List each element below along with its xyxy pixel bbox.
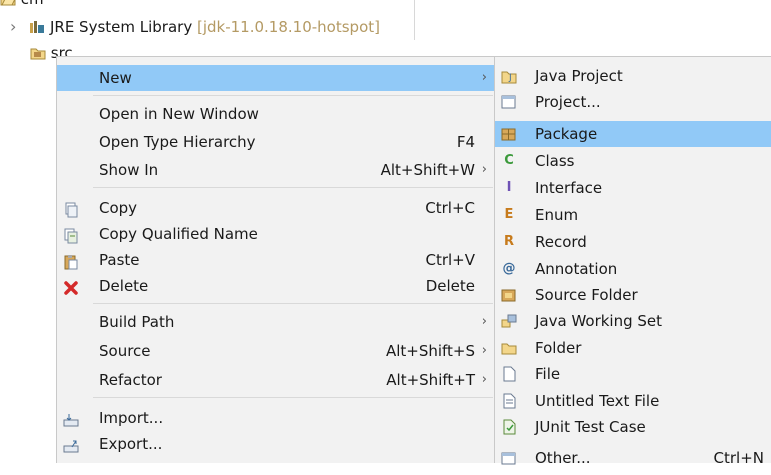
delete-icon — [63, 278, 81, 296]
shortcut-label: Delete — [425, 277, 475, 295]
shortcut-label: F4 — [456, 133, 475, 151]
source-folder-icon — [500, 286, 518, 304]
menu-item-copy-qualified-name[interactable]: Copy Qualified Name — [57, 221, 497, 247]
java-working-set-icon — [500, 312, 518, 330]
menu-item-copy[interactable]: Copy Ctrl+C — [57, 195, 497, 221]
submenu-item-interface[interactable]: I Interface — [495, 175, 771, 201]
menu-item-open-in-new-window[interactable]: Open in New Window — [57, 101, 497, 127]
submenu-arrow-icon: › — [481, 162, 487, 177]
submenu-item-source-folder[interactable]: Source Folder — [495, 282, 771, 308]
untitled-text-file-icon — [500, 392, 518, 410]
tree-item-project-label: cm — [21, 0, 44, 8]
jre-label: JRE System Library — [49, 18, 193, 36]
submenu-item-other[interactable]: Other... Ctrl+N — [495, 445, 771, 471]
submenu-arrow-icon: › — [481, 372, 487, 387]
submenu-item-java-working-set[interactable]: Java Working Set — [495, 308, 771, 334]
submenu-item-enum[interactable]: E Enum — [495, 202, 771, 228]
jre-decoration: [jdk-11.0.18.10-hotspot] — [197, 18, 380, 36]
menu-item-delete[interactable]: Delete Delete — [57, 273, 497, 299]
menu-separator — [93, 95, 493, 96]
expand-chevron-icon[interactable]: › — [10, 17, 16, 36]
project-folder-icon — [0, 0, 16, 6]
context-menu: New › Open in New Window Open Type Hiera… — [56, 56, 497, 463]
menu-item-show-in[interactable]: Show In Alt+Shift+W › — [57, 157, 497, 183]
submenu-item-untitled-text-file[interactable]: Untitled Text File — [495, 388, 771, 414]
shortcut-label: Alt+Shift+T — [386, 371, 475, 389]
import-icon — [63, 410, 81, 428]
shortcut-label: Alt+Shift+S — [385, 342, 475, 360]
record-icon: R — [503, 234, 514, 249]
shortcut-label: Ctrl+N — [713, 449, 764, 467]
menu-item-new[interactable]: New › — [57, 65, 497, 91]
menu-separator — [93, 397, 493, 398]
library-icon — [29, 18, 45, 33]
menu-item-source[interactable]: Source Alt+Shift+S › — [57, 338, 497, 364]
menu-separator — [93, 303, 493, 304]
view-divider — [414, 0, 415, 40]
junit-test-case-icon — [500, 418, 518, 436]
submenu-item-file[interactable]: File — [495, 361, 771, 387]
project-icon — [500, 93, 518, 111]
source-folder-icon — [30, 44, 46, 60]
submenu-item-folder[interactable]: Folder — [495, 335, 771, 361]
tree-item-jre-system-library[interactable]: › JRE System Library [jdk-11.0.18.10-hot… — [10, 16, 380, 38]
menu-item-build-path[interactable]: Build Path › — [57, 309, 497, 335]
new-submenu: J Java Project Project... Package C Clas… — [494, 56, 771, 467]
tree-item-project[interactable]: cm — [0, 0, 44, 10]
interface-icon: I — [506, 180, 512, 195]
export-icon — [63, 436, 81, 454]
file-icon — [500, 365, 518, 383]
menu-item-export[interactable]: Export... — [57, 431, 497, 457]
menu-item-paste[interactable]: Paste Ctrl+V — [57, 247, 497, 273]
paste-icon — [63, 252, 81, 270]
svg-text:J: J — [508, 73, 512, 83]
enum-icon: E — [504, 207, 514, 222]
submenu-item-project[interactable]: Project... — [495, 89, 771, 115]
annotation-icon: @ — [502, 261, 516, 276]
class-icon: C — [504, 153, 514, 168]
menu-item-open-type-hierarchy[interactable]: Open Type Hierarchy F4 — [57, 129, 497, 155]
java-project-icon: J — [500, 67, 518, 85]
menu-item-refactor[interactable]: Refactor Alt+Shift+T › — [57, 367, 497, 393]
shortcut-label: Alt+Shift+W — [380, 161, 475, 179]
submenu-arrow-icon: › — [481, 70, 487, 85]
copy-qualified-name-icon — [63, 226, 81, 244]
shortcut-label: Ctrl+C — [425, 199, 475, 217]
submenu-arrow-icon: › — [481, 343, 487, 358]
menu-item-import[interactable]: Import... — [57, 405, 497, 431]
submenu-arrow-icon: › — [481, 314, 487, 329]
other-wizard-icon — [500, 449, 518, 467]
submenu-item-java-project[interactable]: J Java Project — [495, 63, 771, 89]
submenu-item-record[interactable]: R Record — [495, 229, 771, 255]
submenu-item-annotation[interactable]: @ Annotation — [495, 256, 771, 282]
submenu-item-junit-test-case[interactable]: JUnit Test Case — [495, 414, 771, 440]
submenu-item-package[interactable]: Package — [495, 121, 771, 147]
submenu-item-class[interactable]: C Class — [495, 148, 771, 174]
menu-separator — [93, 187, 493, 188]
shortcut-label: Ctrl+V — [425, 251, 475, 269]
copy-icon — [63, 200, 81, 218]
folder-icon — [500, 339, 518, 357]
package-icon — [500, 125, 518, 143]
